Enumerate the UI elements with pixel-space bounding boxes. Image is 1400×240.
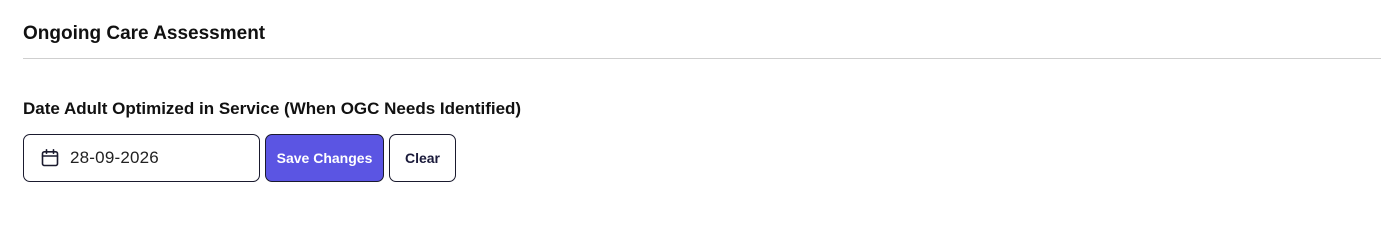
date-input[interactable]: 28-09-2026 [23, 134, 260, 182]
section-title: Ongoing Care Assessment [23, 23, 266, 44]
date-controls: 28-09-2026 Save Changes Clear [23, 134, 456, 182]
section-divider [23, 58, 1381, 59]
date-input-value: 28-09-2026 [70, 148, 159, 167]
clear-button[interactable]: Clear [389, 134, 456, 182]
save-changes-button[interactable]: Save Changes [265, 134, 384, 182]
ongoing-care-assessment-page: Ongoing Care Assessment Date Adult Optim… [0, 0, 1400, 211]
date-field-label: Date Adult Optimized in Service (When OG… [23, 99, 522, 118]
calendar-icon [40, 148, 60, 168]
